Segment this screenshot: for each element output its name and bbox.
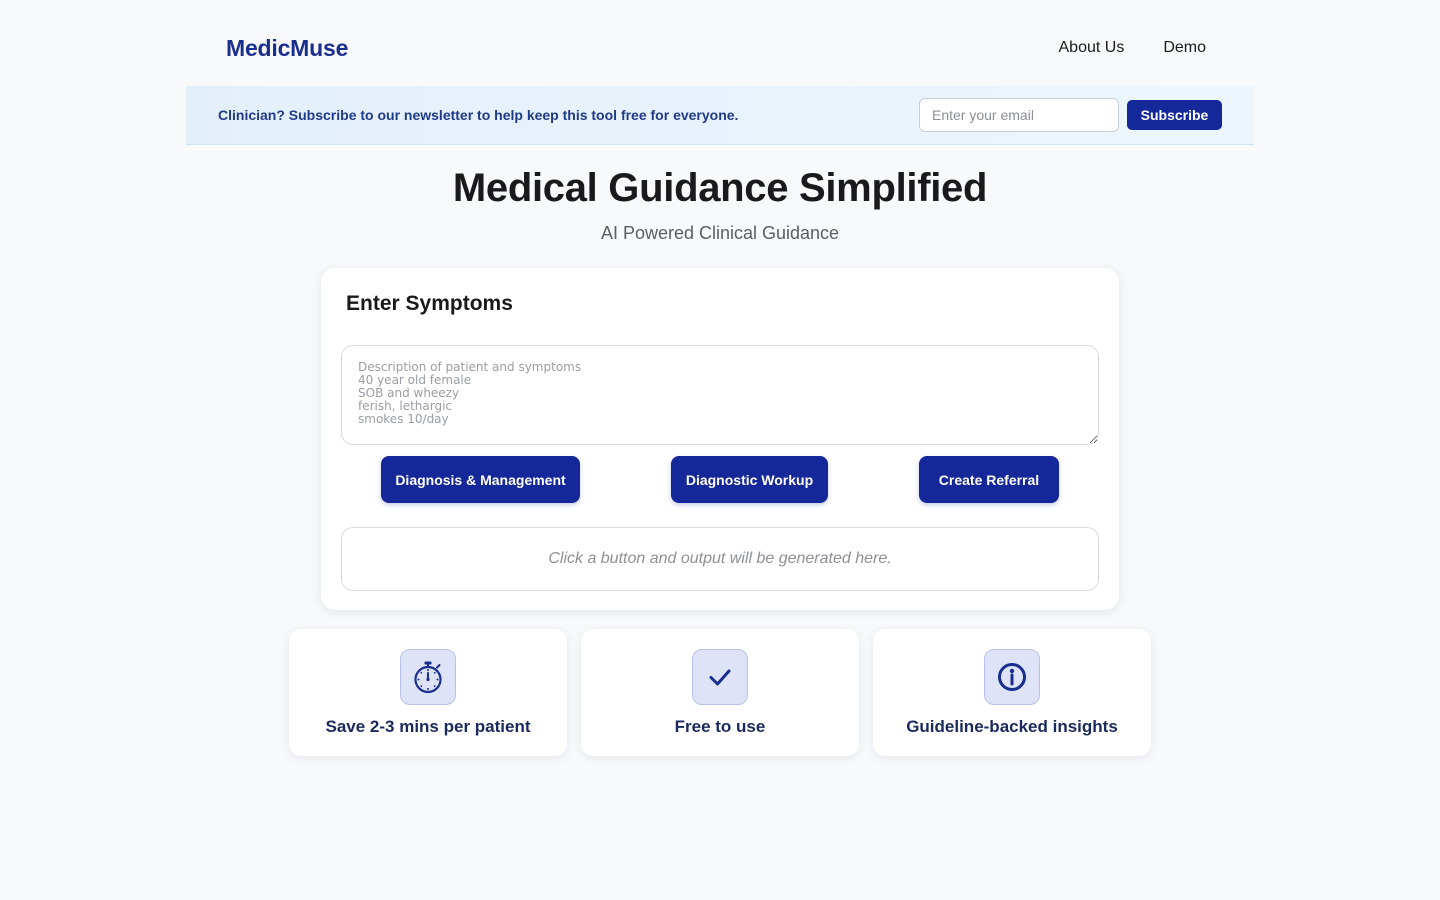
nav-demo[interactable]: Demo [1163, 39, 1206, 57]
main-nav: About Us Demo [1020, 39, 1207, 57]
site-header: MedicMuse About Us Demo [186, 22, 1254, 74]
diagnostic-workup-button[interactable]: Diagnostic Workup [671, 456, 828, 503]
subscribe-button[interactable]: Subscribe [1127, 100, 1222, 130]
info-icon [984, 649, 1040, 705]
symptoms-card: Enter Symptoms Diagnosis & Management Di… [321, 268, 1119, 610]
feature-card-free: Free to use [581, 629, 859, 756]
page-subtitle: AI Powered Clinical Guidance [600, 223, 840, 243]
stopwatch-icon [400, 649, 456, 705]
email-input[interactable] [919, 98, 1119, 132]
feature-card-guidelines: Guideline-backed insights [873, 629, 1151, 756]
feature-label-guidelines: Guideline-backed insights [906, 717, 1118, 736]
output-panel: Click a button and output will be genera… [341, 527, 1099, 591]
nav-about-us[interactable]: About Us [1059, 39, 1125, 57]
create-referral-button[interactable]: Create Referral [919, 456, 1059, 503]
feature-card-time: Save 2-3 mins per patient [289, 629, 567, 756]
diagnosis-management-button[interactable]: Diagnosis & Management [381, 456, 580, 503]
symptoms-textarea[interactable] [341, 345, 1099, 445]
feature-label-free: Free to use [674, 717, 766, 736]
brand-logo[interactable]: MedicMuse [226, 35, 348, 62]
newsletter-form: Subscribe [919, 98, 1222, 132]
newsletter-text: Clinician? Subscribe to our newsletter t… [218, 107, 739, 123]
card-title: Enter Symptoms [346, 292, 513, 315]
checkmark-icon [692, 649, 748, 705]
page-title: Medical Guidance Simplified [452, 166, 988, 210]
newsletter-banner: Clinician? Subscribe to our newsletter t… [186, 86, 1254, 145]
feature-label-time: Save 2-3 mins per patient [325, 717, 531, 736]
